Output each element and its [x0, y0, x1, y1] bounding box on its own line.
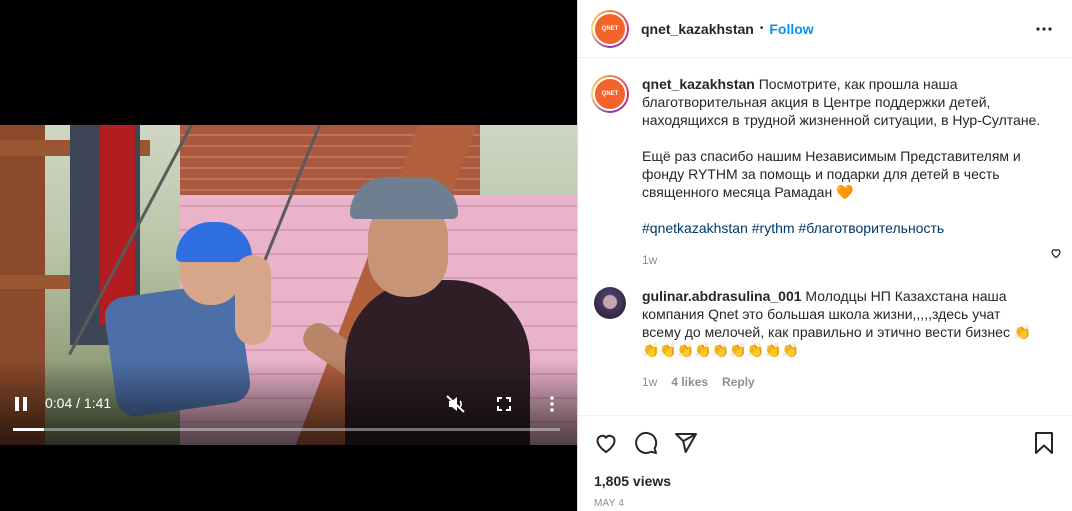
- caption-username[interactable]: qnet_kazakhstan: [642, 76, 755, 92]
- like-button[interactable]: [594, 431, 618, 455]
- post-actions: 1,805 views MAY 4: [578, 415, 1072, 511]
- fullscreen-icon: [497, 397, 511, 411]
- comment-likes[interactable]: 4 likes: [671, 373, 708, 391]
- author-username[interactable]: qnet_kazakhstan: [641, 21, 754, 37]
- caption-avatar[interactable]: QNET: [591, 75, 629, 113]
- caption-text-2: Ещё раз спасибо нашим Независимым Предст…: [642, 148, 1021, 200]
- caption-body: qnet_kazakhstan Посмотрите, как прошла н…: [642, 75, 1056, 269]
- comment-like-button[interactable]: [1050, 246, 1062, 262]
- comment-content: gulinar.abdrasulina_001 Молодцы НП Казах…: [642, 287, 1032, 359]
- comment-age[interactable]: 1w: [642, 373, 657, 391]
- comment-button[interactable]: [634, 431, 658, 455]
- comment-meta: 1w 4 likes Reply: [642, 373, 1032, 391]
- volume-muted-icon: [446, 395, 465, 413]
- comment-reply-button[interactable]: Reply: [722, 373, 755, 391]
- comment-item: gulinar.abdrasulina_001 Молодцы НП Казах…: [591, 287, 1056, 391]
- current-time: 0:04: [45, 395, 73, 411]
- heart-icon: [596, 434, 616, 454]
- comments-section: QNET qnet_kazakhstan Посмотрите, как про…: [578, 59, 1072, 415]
- share-button[interactable]: [674, 431, 698, 455]
- scene-woman-cap: [350, 177, 458, 219]
- scene-boy-arm: [235, 255, 271, 345]
- fullscreen-button[interactable]: [492, 388, 516, 420]
- caption-avatar-logo: QNET: [593, 77, 627, 111]
- paper-plane-icon: [675, 433, 697, 453]
- caption-meta: 1w: [642, 251, 1056, 269]
- pause-icon: [15, 397, 27, 411]
- scene-wooden-beam-lower: [0, 275, 80, 289]
- caption-hashtags[interactable]: #qnetkazakhstan #rythm #благотворительно…: [642, 219, 1056, 237]
- video-progress-fill: [13, 428, 45, 431]
- post-options-button[interactable]: [1032, 17, 1056, 41]
- post-date[interactable]: MAY 4: [578, 498, 1072, 509]
- header-separator: •: [759, 23, 764, 34]
- video-options-button[interactable]: [540, 388, 564, 420]
- author-avatar-logo: QNET: [593, 11, 627, 46]
- video-time: 0:04 / 1:41: [45, 395, 111, 411]
- author-avatar[interactable]: QNET: [591, 9, 629, 48]
- more-vertical-icon: [550, 396, 554, 412]
- time-separator: /: [72, 395, 84, 411]
- video-player[interactable]: 0:04 / 1:41: [0, 0, 577, 511]
- post-sidebar: QNET qnet_kazakhstan • Follow QNET qnet_…: [577, 0, 1072, 511]
- follow-button[interactable]: Follow: [769, 21, 813, 37]
- caption-age[interactable]: 1w: [642, 251, 657, 269]
- video-controls: 0:04 / 1:41: [0, 388, 577, 422]
- caption: QNET qnet_kazakhstan Посмотрите, как про…: [591, 75, 1056, 269]
- mute-button[interactable]: [443, 388, 469, 420]
- instagram-post-view: 0:04 / 1:41 QNET qnet_kazakhstan • Follo…: [0, 0, 1072, 511]
- duration: 1:41: [83, 395, 112, 411]
- video-controls-gradient: [0, 360, 577, 511]
- save-button[interactable]: [1032, 431, 1056, 455]
- pause-button[interactable]: [10, 388, 32, 420]
- heart-outline-icon: [1051, 249, 1061, 259]
- comment-body: gulinar.abdrasulina_001 Молодцы НП Казах…: [642, 287, 1056, 391]
- more-horizontal-icon: [1036, 26, 1052, 31]
- view-count[interactable]: 1,805 views: [578, 473, 1072, 489]
- comment-bubble-icon: [635, 431, 658, 454]
- commenter-username[interactable]: gulinar.abdrasulina_001: [642, 288, 802, 304]
- bookmark-icon: [1035, 432, 1053, 454]
- post-header: QNET qnet_kazakhstan • Follow: [578, 0, 1072, 58]
- action-icons: [578, 416, 1072, 470]
- video-progress-bar[interactable]: [13, 428, 560, 431]
- caption-paragraph-1: qnet_kazakhstan Посмотрите, как прошла н…: [642, 75, 1056, 129]
- commenter-avatar[interactable]: [594, 287, 626, 319]
